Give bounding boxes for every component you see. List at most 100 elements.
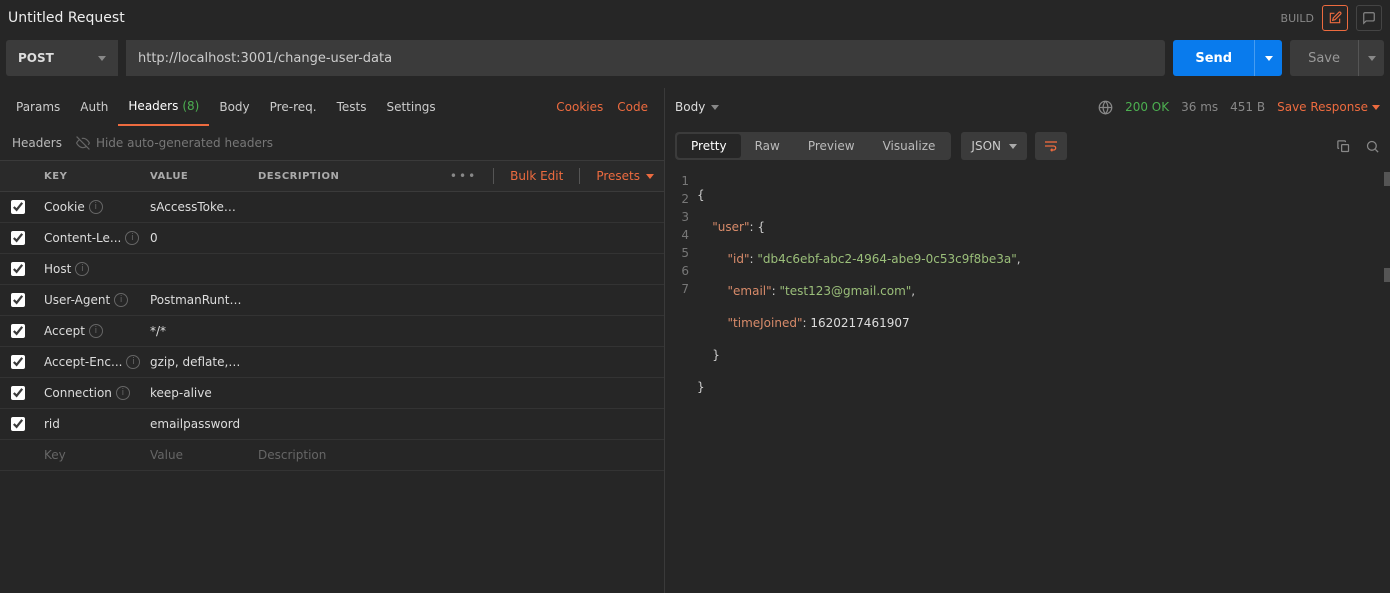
chevron-down-icon [1265, 56, 1273, 61]
row-key[interactable]: Hosti [36, 262, 142, 276]
save-label: Save [1290, 51, 1358, 66]
header-row[interactable]: Cookiei sAccessToken=... [0, 192, 664, 223]
edit-icon[interactable] [1322, 5, 1348, 31]
th-value: VALUE [142, 171, 250, 182]
th-desc: DESCRIPTION [250, 171, 450, 182]
info-icon: i [89, 324, 103, 338]
row-checkbox[interactable] [11, 293, 25, 307]
code-link[interactable]: Code [617, 100, 648, 114]
wrap-lines-button[interactable] [1035, 132, 1067, 160]
eye-off-icon [76, 136, 90, 150]
line-number: 4 [665, 226, 689, 244]
tab-headers[interactable]: Headers (8) [118, 88, 209, 126]
ph-value[interactable]: Value [142, 448, 250, 462]
json-val-email: "test123@gmail.com" [780, 284, 912, 298]
row-value[interactable]: */* [142, 324, 250, 338]
tab-params[interactable]: Params [6, 88, 70, 126]
info-icon: i [116, 386, 130, 400]
row-key[interactable]: Connectioni [36, 386, 142, 400]
save-button[interactable]: Save [1290, 40, 1384, 76]
copy-icon[interactable] [1336, 139, 1351, 154]
method-select[interactable]: POST [6, 40, 118, 76]
presets-dropdown[interactable]: Presets [596, 169, 654, 183]
header-row[interactable]: Accept-Enc...i gzip, deflate, br [0, 347, 664, 378]
row-key[interactable]: User-Agenti [36, 293, 142, 307]
row-checkbox[interactable] [11, 200, 25, 214]
json-val-id: "db4c6ebf-abc2-4964-abe9-0c53c9f8be3a" [757, 252, 1016, 266]
search-icon[interactable] [1365, 139, 1380, 154]
row-value[interactable]: sAccessToken=... [142, 200, 250, 214]
placeholder-row[interactable]: Key Value Description [0, 440, 664, 471]
info-icon: i [114, 293, 128, 307]
bulk-edit-link[interactable]: Bulk Edit [510, 169, 563, 183]
row-checkbox[interactable] [11, 324, 25, 338]
chevron-down-icon [711, 105, 719, 110]
send-dropdown[interactable] [1254, 40, 1282, 76]
json-key-user: "user" [712, 220, 749, 234]
hide-autogen-toggle[interactable]: Hide auto-generated headers [76, 136, 273, 150]
ph-key[interactable]: Key [36, 448, 142, 462]
format-select[interactable]: JSON [961, 132, 1027, 160]
header-row[interactable]: Accepti */* [0, 316, 664, 347]
divider [493, 168, 494, 184]
tab-auth[interactable]: Auth [70, 88, 118, 126]
response-body-label: Body [675, 100, 705, 114]
url-input[interactable] [126, 40, 1165, 76]
status-code: 200 OK [1125, 100, 1169, 114]
globe-icon[interactable] [1098, 100, 1113, 115]
wrap-icon [1043, 138, 1059, 154]
row-checkbox[interactable] [11, 355, 25, 369]
save-response-label: Save Response [1277, 100, 1368, 114]
tab-settings[interactable]: Settings [376, 88, 445, 126]
row-checkbox[interactable] [11, 231, 25, 245]
row-value[interactable]: emailpassword [142, 417, 250, 431]
line-number: 7 [665, 280, 689, 298]
chevron-down-icon [646, 174, 654, 179]
tab-body[interactable]: Body [209, 88, 259, 126]
row-key[interactable]: rid [36, 417, 142, 431]
cookies-link[interactable]: Cookies [556, 100, 603, 114]
method-value: POST [18, 51, 54, 65]
hide-autogen-label: Hide auto-generated headers [96, 136, 273, 150]
save-dropdown[interactable] [1358, 40, 1384, 76]
row-key[interactable]: Accepti [36, 324, 142, 338]
view-visualize[interactable]: Visualize [869, 134, 950, 158]
row-value[interactable]: keep-alive [142, 386, 250, 400]
header-row[interactable]: Hosti [0, 254, 664, 285]
row-key[interactable]: Content-Le...i [36, 231, 142, 245]
row-checkbox[interactable] [11, 417, 25, 431]
tab-tests[interactable]: Tests [327, 88, 377, 126]
info-icon: i [125, 231, 139, 245]
request-title: Untitled Request [8, 10, 125, 26]
row-key[interactable]: Accept-Enc...i [36, 355, 142, 369]
header-row[interactable]: Content-Le...i 0 [0, 223, 664, 254]
ph-desc[interactable]: Description [250, 448, 664, 462]
view-preview[interactable]: Preview [794, 134, 869, 158]
line-number: 2 [665, 190, 689, 208]
row-checkbox[interactable] [11, 386, 25, 400]
tab-prereq[interactable]: Pre-req. [260, 88, 327, 126]
save-response-dropdown[interactable]: Save Response [1277, 100, 1380, 114]
json-key-id: "id" [728, 252, 750, 266]
divider [579, 168, 580, 184]
send-button[interactable]: Send [1173, 40, 1282, 76]
view-raw[interactable]: Raw [741, 134, 794, 158]
more-icon[interactable]: ••• [450, 169, 477, 183]
line-number: 3 [665, 208, 689, 226]
response-body-tab[interactable]: Body [675, 100, 719, 114]
header-row[interactable]: Connectioni keep-alive [0, 378, 664, 409]
row-value[interactable]: gzip, deflate, br [142, 355, 250, 369]
chevron-down-icon [98, 56, 106, 61]
header-row[interactable]: rid emailpassword [0, 409, 664, 440]
row-checkbox[interactable] [11, 262, 25, 276]
build-label: BUILD [1281, 12, 1314, 25]
view-pretty[interactable]: Pretty [677, 134, 741, 158]
row-value[interactable]: PostmanRunti... [142, 293, 250, 307]
row-key[interactable]: Cookiei [36, 200, 142, 214]
comment-icon[interactable] [1356, 5, 1382, 31]
header-row[interactable]: User-Agenti PostmanRunti... [0, 285, 664, 316]
line-number: 5 [665, 244, 689, 262]
row-value[interactable]: 0 [142, 231, 250, 245]
tab-headers-label: Headers [128, 99, 178, 113]
presets-label: Presets [596, 169, 640, 183]
